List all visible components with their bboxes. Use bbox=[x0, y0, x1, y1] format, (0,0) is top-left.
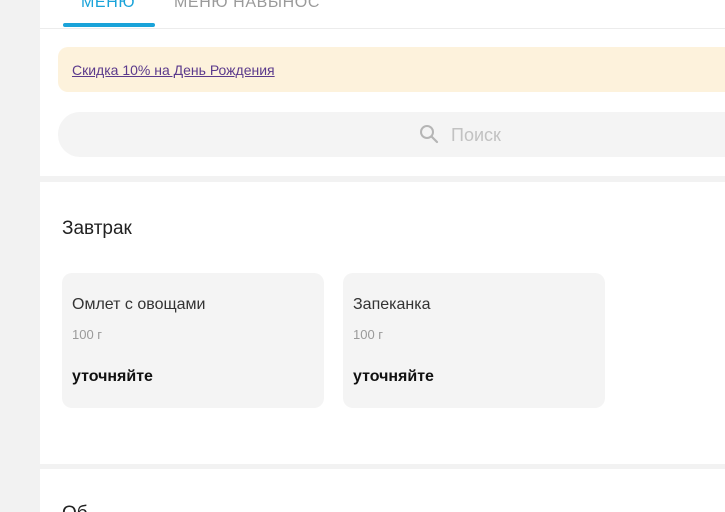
menu-page: МЕНЮ МЕНЮ НАВЫНОС Скидка 10% на День Рож… bbox=[40, 0, 725, 512]
menu-item-name: Омлет с овощами bbox=[72, 296, 206, 313]
active-tab-indicator bbox=[63, 23, 155, 27]
tab-menu[interactable]: МЕНЮ bbox=[81, 0, 135, 12]
top-panel: МЕНЮ МЕНЮ НАВЫНОС Скидка 10% на День Рож… bbox=[40, 0, 725, 176]
menu-item-price: уточняйте bbox=[72, 368, 153, 385]
search-placeholder: Поиск bbox=[451, 125, 501, 145]
promo-link[interactable]: Скидка 10% на День Рождения bbox=[72, 62, 275, 78]
menu-section-breakfast: Завтрак Омлет с овощами 100 г уточняйте … bbox=[40, 182, 725, 464]
menu-item-name: Запеканка bbox=[353, 296, 431, 313]
search-input[interactable]: Поиск bbox=[58, 112, 725, 157]
section-title: Завтрак bbox=[62, 218, 132, 239]
menu-item-price: уточняйте bbox=[353, 368, 434, 385]
promo-banner: Скидка 10% на День Рождения bbox=[58, 47, 725, 92]
section-title: Об bbox=[62, 503, 88, 512]
menu-tabs: МЕНЮ МЕНЮ НАВЫНОС bbox=[40, 0, 725, 29]
menu-item-card[interactable]: Омлет с овощами 100 г уточняйте bbox=[62, 273, 324, 408]
menu-item-card[interactable]: Запеканка 100 г уточняйте bbox=[343, 273, 605, 408]
menu-item-weight: 100 г bbox=[72, 327, 103, 342]
search-icon bbox=[419, 124, 439, 144]
tab-takeaway-menu[interactable]: МЕНЮ НАВЫНОС bbox=[174, 0, 320, 12]
menu-section-next: Об bbox=[40, 469, 725, 512]
menu-item-weight: 100 г bbox=[353, 327, 384, 342]
